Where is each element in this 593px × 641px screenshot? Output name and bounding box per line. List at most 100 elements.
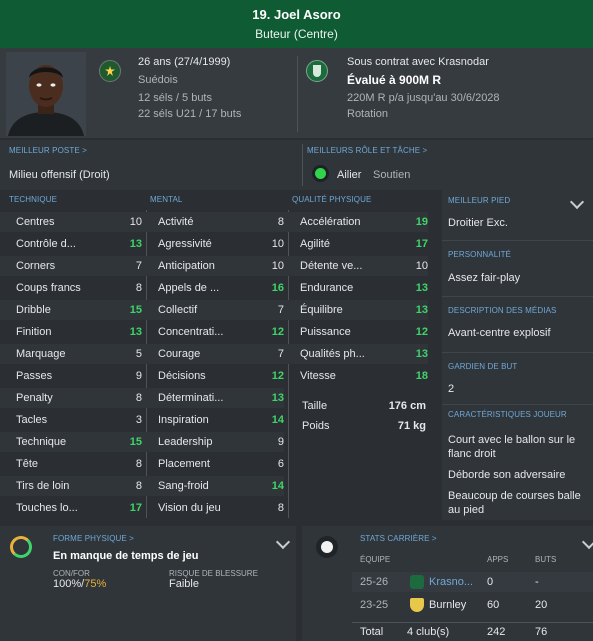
attribute-value: 13 [415, 304, 428, 316]
career-goals: - [535, 576, 539, 588]
attribute-row[interactable]: Passes 9 [0, 366, 142, 386]
chevron-down-icon[interactable] [581, 534, 593, 550]
goalkeeper-rating: 2 [448, 383, 455, 395]
attribute-value: 6 [277, 458, 284, 470]
attribute-value: 13 [129, 326, 142, 338]
player-nationality[interactable]: Suédois [138, 74, 178, 86]
traits-title: CARACTÉRISTIQUES JOUEUR [448, 410, 567, 419]
divider [442, 240, 593, 241]
attribute-row[interactable]: Technique 15 [0, 432, 142, 452]
attribute-value: 7 [277, 304, 284, 316]
attribute-row[interactable]: Touches lo... 17 [0, 498, 142, 518]
contract-club[interactable]: Sous contrat avec Krasnodar [347, 56, 489, 68]
attribute-row[interactable]: Détente ve... 10 [284, 256, 428, 276]
attribute-name: Contrôle d... [16, 238, 76, 250]
attribute-value: 10 [271, 238, 284, 250]
nationality-flag-icon[interactable] [99, 60, 121, 82]
form-title[interactable]: FORME PHYSIQUE > [53, 534, 134, 543]
attribute-row[interactable]: Tirs de loin 8 [0, 476, 142, 496]
attribute-row[interactable]: Contrôle d... 13 [0, 234, 142, 254]
attribute-row[interactable]: Placement 6 [142, 454, 284, 474]
attribute-row[interactable]: Accélération 19 [284, 212, 428, 232]
best-foot: Droitier Exc. [448, 217, 508, 229]
best-position-title[interactable]: MEILLEUR POSTE > [9, 146, 87, 155]
roles-bar: MEILLEUR POSTE > Milieu offensif (Droit)… [0, 140, 593, 190]
best-role: Ailier [337, 169, 362, 181]
table-row[interactable]: 25-26 Krasno... 0 - [352, 572, 593, 592]
squad-status: Rotation [347, 108, 388, 120]
attribute-value: 8 [135, 480, 142, 492]
attribute-row[interactable]: Agressivité 10 [142, 234, 284, 254]
attribute-row[interactable]: Déterminati... 13 [142, 388, 284, 408]
attribute-row[interactable]: Activité 8 [142, 212, 284, 232]
career-apps: 60 [487, 599, 500, 611]
attribute-row[interactable]: Équilibre 13 [284, 300, 428, 320]
player-side-panel: MEILLEUR PIED Droitier Exc. PERSONNALITÉ… [442, 190, 593, 520]
attribute-name: Corners [16, 260, 56, 272]
player-portrait-icon [6, 52, 86, 136]
attribute-name: Placement [158, 458, 210, 470]
attribute-row[interactable]: Endurance 13 [284, 278, 428, 298]
attribute-value: 13 [415, 348, 428, 360]
player-age: 26 ans (27/4/1999) [138, 56, 231, 68]
attribute-row[interactable]: Concentrati... 12 [142, 322, 284, 342]
attribute-name: Collectif [158, 304, 198, 316]
attribute-value: 8 [277, 502, 284, 514]
attribute-name: Touches lo... [16, 502, 78, 514]
career-total-row: Total 4 club(s) 242 76 [352, 624, 593, 641]
attribute-row[interactable]: Dribble 15 [0, 300, 142, 320]
career-club[interactable]: Burnley [429, 599, 466, 611]
attribute-row[interactable]: Penalty 8 [0, 388, 142, 408]
attribute-row[interactable]: Coups francs 8 [0, 278, 142, 298]
divider [352, 622, 593, 623]
chevron-down-icon[interactable] [569, 194, 585, 210]
info-divider [297, 56, 298, 132]
attribute-name: Technique [16, 436, 67, 448]
career-apps: 0 [487, 576, 494, 588]
personality: Assez fair-play [448, 272, 521, 284]
weight-row: Poids 71 kg [286, 416, 430, 436]
table-row[interactable]: 23-25 Burnley 60 20 [352, 595, 593, 615]
best-foot-title: MEILLEUR PIED [448, 196, 511, 205]
attribute-row[interactable]: Leadership 9 [142, 432, 284, 452]
divider [442, 352, 593, 353]
career-title[interactable]: STATS CARRIÈRE > [360, 534, 437, 543]
attribute-name: Sang-froid [158, 480, 209, 492]
attribute-row[interactable]: Tacles 3 [0, 410, 142, 430]
attribute-row[interactable]: Corners 7 [0, 256, 142, 276]
attribute-name: Décisions [158, 370, 206, 382]
form-status: En manque de temps de jeu [53, 550, 199, 562]
attribute-row[interactable]: Collectif 7 [142, 300, 284, 320]
mental-title: MENTAL [150, 195, 183, 204]
best-role-title[interactable]: MEILLEURS RÔLE ET TÂCHE > [307, 146, 427, 155]
attribute-row[interactable]: Tête 8 [0, 454, 142, 474]
media-title: DESCRIPTION DES MÉDIAS [448, 306, 557, 315]
attribute-value: 12 [271, 370, 284, 382]
attribute-value: 8 [135, 458, 142, 470]
attribute-value: 14 [271, 480, 284, 492]
attribute-row[interactable]: Agilité 17 [284, 234, 428, 254]
attribute-row[interactable]: Centres 10 [0, 212, 142, 232]
attribute-row[interactable]: Anticipation 10 [142, 256, 284, 276]
attribute-name: Agilité [300, 238, 330, 250]
chevron-down-icon[interactable] [275, 534, 291, 550]
career-club[interactable]: Krasno... [429, 576, 473, 588]
attribute-row[interactable]: Décisions 12 [142, 366, 284, 386]
attribute-row[interactable]: Qualités ph... 13 [284, 344, 428, 364]
attribute-row[interactable]: Finition 13 [0, 322, 142, 342]
attribute-row[interactable]: Sang-froid 14 [142, 476, 284, 496]
attribute-row[interactable]: Vitesse 18 [284, 366, 428, 386]
attribute-name: Qualités ph... [300, 348, 365, 360]
attribute-value: 17 [129, 502, 142, 514]
club-badge-icon[interactable] [306, 60, 328, 82]
attribute-name: Marquage [16, 348, 66, 360]
attribute-row[interactable]: Courage 7 [142, 344, 284, 364]
attribute-name: Concentrati... [158, 326, 224, 338]
attribute-row[interactable]: Appels de ... 16 [142, 278, 284, 298]
total-goals: 76 [535, 626, 548, 638]
attribute-row[interactable]: Puissance 12 [284, 322, 428, 342]
attribute-row[interactable]: Inspiration 14 [142, 410, 284, 430]
attribute-row[interactable]: Marquage 5 [0, 344, 142, 364]
attributes-panel: TECHNIQUE MENTAL QUALITÉ PHYSIQUE Centre… [0, 190, 440, 520]
attribute-row[interactable]: Vision du jeu 8 [142, 498, 284, 518]
